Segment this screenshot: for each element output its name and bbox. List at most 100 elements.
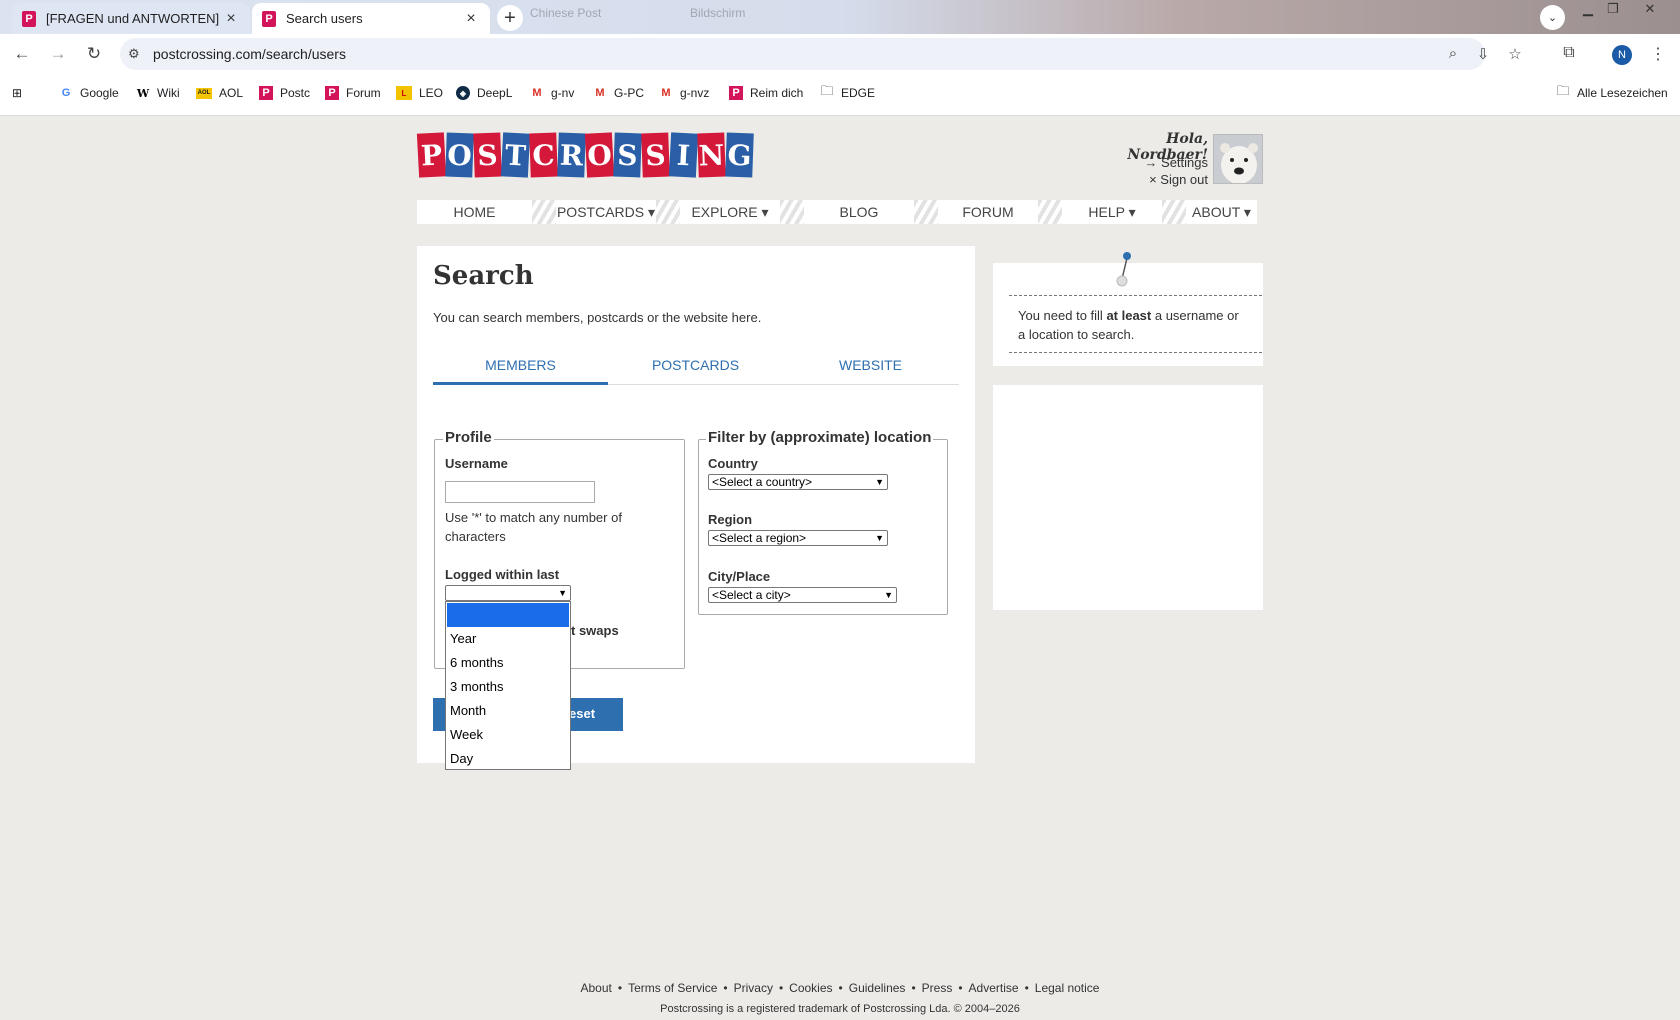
nav-postcards[interactable]: POSTCARDS ▾ xyxy=(556,200,656,224)
logo-letter-tile: P xyxy=(416,132,447,178)
username-hint: Use '*' to match any number of character… xyxy=(445,510,622,544)
nav-divider xyxy=(1162,200,1186,224)
all-bookmarks-folder[interactable]: 🗀 Alle Lesezeichen xyxy=(1556,83,1667,100)
nav-forum[interactable]: FORUM xyxy=(938,200,1038,224)
browser-toolbar: ← → ↻ ⚙ postcrossing.com/search/users ⌕ … xyxy=(0,34,1680,74)
footer-link[interactable]: Legal notice xyxy=(1035,981,1100,995)
apps-grid-icon[interactable]: ⊞ xyxy=(12,86,22,100)
footer-link[interactable]: Privacy xyxy=(734,981,773,995)
close-tab-icon[interactable]: × xyxy=(222,10,240,28)
deepl-icon: ◈ xyxy=(456,86,470,100)
option-blank[interactable] xyxy=(447,603,569,627)
bookmark-google[interactable]: G Google xyxy=(59,86,119,100)
tab-postcards[interactable]: POSTCARDS xyxy=(608,357,783,387)
plus-icon: + xyxy=(504,6,516,29)
nav-about[interactable]: ABOUT ▾ xyxy=(1186,200,1257,224)
active-tab-indicator xyxy=(433,382,608,385)
option-3-months[interactable]: 3 months xyxy=(447,675,569,699)
postcrossing-icon: P xyxy=(729,86,743,100)
bookmark-g-nv[interactable]: Mg-nv xyxy=(530,86,574,100)
country-select[interactable]: <Select a country> ▼ xyxy=(708,474,888,490)
postcrossing-favicon-icon: P xyxy=(262,10,276,27)
arrow-right-icon: → xyxy=(49,44,67,63)
postcrossing-icon: P xyxy=(325,86,339,100)
bookmark-aol[interactable]: AOL AOL xyxy=(196,86,243,100)
bookmark-edge-folder[interactable]: 🗀 EDGE xyxy=(820,83,875,100)
footer-link[interactable]: About xyxy=(581,981,612,995)
region-select[interactable]: <Select a region> ▼ xyxy=(708,530,888,546)
install-app-icon[interactable]: ⇩ xyxy=(1473,45,1493,63)
footer-separator: • xyxy=(617,981,623,995)
footer-separator: • xyxy=(958,981,963,995)
country-label: Country xyxy=(708,456,758,471)
footer-separator: • xyxy=(778,981,784,995)
option-day[interactable]: Day xyxy=(447,747,569,771)
search-intro-text: You can search members, postcards or the… xyxy=(433,310,762,325)
back-button[interactable]: ← xyxy=(11,43,33,65)
option-year[interactable]: Year xyxy=(447,627,569,651)
direct-swaps-label: t swaps xyxy=(571,623,619,638)
profile-legend: Profile xyxy=(443,429,494,446)
reload-icon: ↻ xyxy=(86,44,102,63)
option-week[interactable]: Week xyxy=(447,723,569,747)
address-bar[interactable]: ⚙ postcrossing.com/search/users ⌕ ⇩ ☆ xyxy=(120,38,1522,70)
extensions-icon[interactable]: ⧉ xyxy=(1558,44,1580,66)
reset-button[interactable]: eset xyxy=(569,706,595,721)
bookmark-star-icon[interactable]: ☆ xyxy=(1505,45,1525,63)
tab-search-users[interactable]: P Search users × xyxy=(252,3,490,34)
footer-link[interactable]: Cookies xyxy=(789,981,832,995)
arrow-left-icon: ← xyxy=(13,44,31,63)
bookmark-reim-dich[interactable]: P Reim dich xyxy=(729,86,803,100)
bookmark-forum[interactable]: P Forum xyxy=(325,86,381,100)
ad-placeholder xyxy=(993,385,1263,610)
logo-letter-tile: S xyxy=(613,132,642,178)
option-month[interactable]: Month xyxy=(447,699,569,723)
nav-help[interactable]: HELP ▾ xyxy=(1062,200,1162,224)
nav-blog[interactable]: BLOG xyxy=(804,200,914,224)
username-input[interactable] xyxy=(445,481,595,503)
nav-divider xyxy=(656,200,680,224)
logged-within-select[interactable]: ▼ xyxy=(445,585,571,601)
tab-search-button[interactable]: ⌄ xyxy=(1540,5,1565,30)
tab-website[interactable]: WEBSITE xyxy=(783,357,958,387)
tab-fragen-antworten[interactable]: P [FRAGEN und ANTWORTEN] un × xyxy=(12,3,250,34)
footer-link[interactable]: Guidelines xyxy=(849,981,906,995)
reload-button[interactable]: ↻ xyxy=(83,43,105,65)
url-text: postcrossing.com/search/users xyxy=(153,46,346,62)
sign-out-link[interactable]: × Sign out xyxy=(1100,172,1208,187)
logo-letter-tile: S xyxy=(473,132,502,178)
bookmark-leo[interactable]: L LEO xyxy=(396,86,443,100)
footer-link[interactable]: Terms of Service xyxy=(628,981,717,995)
more-menu-icon[interactable]: ⋮ xyxy=(1647,44,1669,66)
profile-avatar[interactable]: N xyxy=(1612,45,1632,65)
forward-button[interactable]: → xyxy=(47,43,69,65)
city-select[interactable]: <Select a city> ▼ xyxy=(708,587,897,603)
new-tab-button[interactable]: + xyxy=(497,5,523,31)
zoom-icon[interactable]: ⌕ xyxy=(1443,45,1463,63)
user-avatar[interactable] xyxy=(1213,134,1263,184)
site-info-icon[interactable]: ⚙ xyxy=(128,46,144,62)
postcrossing-favicon-icon: P xyxy=(22,10,36,27)
close-window-button[interactable]: ✕ xyxy=(1640,2,1660,18)
nav-explore[interactable]: EXPLORE ▾ xyxy=(680,200,780,224)
nav-home[interactable]: HOME xyxy=(417,200,532,224)
google-icon: G xyxy=(61,87,71,99)
logo-letter-tile: O xyxy=(584,132,615,178)
footer-link[interactable]: Press xyxy=(922,981,953,995)
bookmark-g-nvz[interactable]: Mg-nvz xyxy=(659,86,709,100)
bookmark-g-pc[interactable]: M G-PC xyxy=(593,86,644,100)
settings-link[interactable]: → Settings xyxy=(1100,155,1208,170)
bookmark-wiki[interactable]: W Wiki xyxy=(136,86,180,100)
postcrossing-logo[interactable]: POSTCROSSING xyxy=(416,132,754,178)
minimize-window-button[interactable]: ▁ xyxy=(1578,2,1598,18)
wikipedia-icon: W xyxy=(136,86,150,100)
restore-window-button[interactable]: ❐ xyxy=(1603,2,1623,18)
nav-divider xyxy=(1038,200,1062,224)
bookmark-postc[interactable]: P Postc xyxy=(259,86,310,100)
option-6-months[interactable]: 6 months xyxy=(447,651,569,675)
bookmark-deepl[interactable]: ◈ DeepL xyxy=(456,86,512,100)
footer-link[interactable]: Advertise xyxy=(969,981,1019,995)
logo-letter-tile: T xyxy=(500,132,531,178)
gmail-icon: M xyxy=(595,87,605,99)
close-tab-icon[interactable]: × xyxy=(462,10,480,28)
